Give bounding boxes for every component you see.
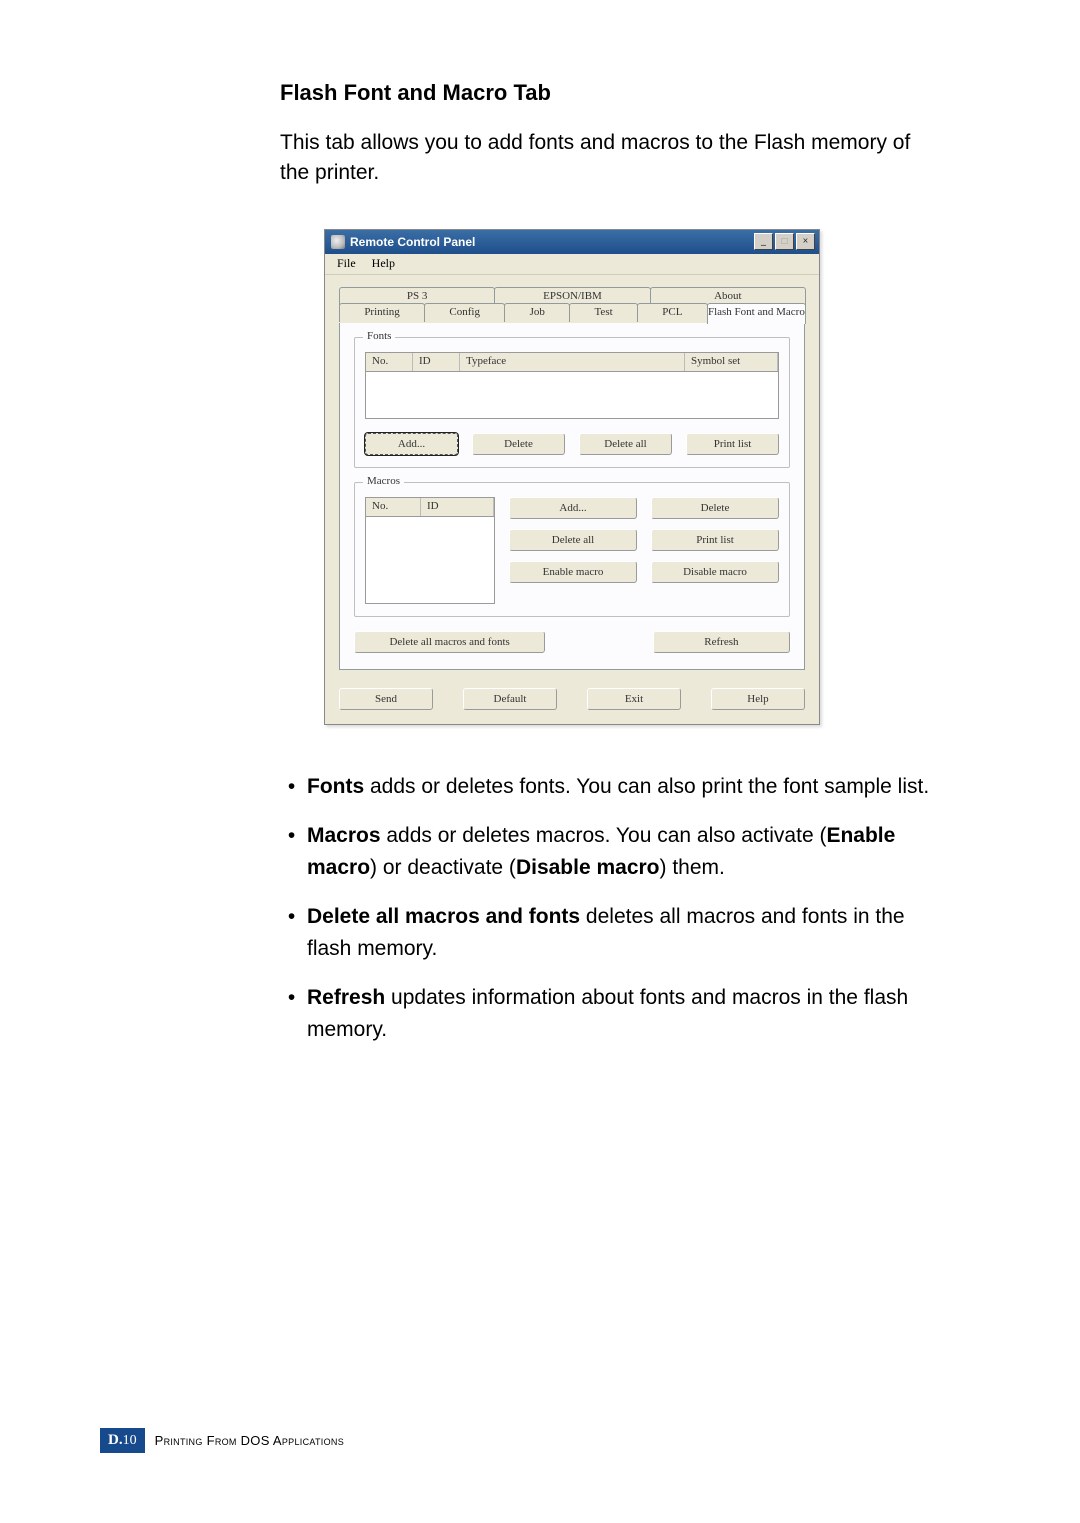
bullet-list: Fonts adds or deletes fonts. You can als…	[280, 771, 930, 1046]
fonts-list-header: No. ID Typeface Symbol set	[365, 352, 779, 372]
mcol-id: ID	[421, 498, 494, 516]
fonts-add-button[interactable]: Add...	[365, 433, 458, 455]
help-button[interactable]: Help	[711, 688, 805, 710]
maximize-button[interactable]: □	[775, 233, 794, 250]
col-typeface: Typeface	[460, 353, 685, 371]
menu-bar: File Help	[325, 254, 819, 275]
tab-strip: PS 3 EPSON/IBM About Printing Config Job…	[339, 287, 805, 323]
menu-help[interactable]: Help	[364, 254, 403, 273]
fonts-group: Fonts No. ID Typeface Symbol set Add... …	[354, 337, 790, 468]
default-button[interactable]: Default	[463, 688, 557, 710]
app-icon	[331, 235, 345, 249]
page-footer: D.10 Printing From DOS Applications	[100, 1428, 344, 1453]
macros-disable-button[interactable]: Disable macro	[651, 561, 779, 583]
macros-add-button[interactable]: Add...	[509, 497, 637, 519]
col-symbolset: Symbol set	[685, 353, 778, 371]
minimize-button[interactable]: _	[754, 233, 773, 250]
macros-group-title: Macros	[363, 475, 404, 487]
title-bar: Remote Control Panel _ □ ×	[325, 230, 819, 254]
intro-text: This tab allows you to add fonts and mac…	[280, 128, 930, 189]
page-number-badge: D.10	[100, 1428, 145, 1453]
macros-list-header: No. ID	[365, 497, 495, 517]
fonts-print-list-button[interactable]: Print list	[686, 433, 779, 455]
section-heading: Flash Font and Macro Tab	[280, 80, 930, 106]
bullet-macros: Macros adds or deletes macros. You can a…	[301, 820, 930, 883]
tab-panel: Fonts No. ID Typeface Symbol set Add... …	[339, 323, 805, 670]
menu-file[interactable]: File	[329, 254, 364, 273]
fonts-list[interactable]	[365, 372, 779, 419]
bullet-refresh: Refresh updates information about fonts …	[301, 982, 930, 1045]
exit-button[interactable]: Exit	[587, 688, 681, 710]
bullet-delete-all: Delete all macros and fonts deletes all …	[301, 901, 930, 964]
mcol-no: No.	[366, 498, 421, 516]
macros-delete-button[interactable]: Delete	[651, 497, 779, 519]
send-button[interactable]: Send	[339, 688, 433, 710]
dialog-window: Remote Control Panel _ □ × File Help PS …	[324, 229, 820, 725]
window-title: Remote Control Panel	[350, 235, 752, 249]
tab-config[interactable]: Config	[424, 303, 505, 322]
macros-delete-all-button[interactable]: Delete all	[509, 529, 637, 551]
footer-section-title: Printing From DOS Applications	[155, 1433, 344, 1448]
tab-pcl[interactable]: PCL	[637, 303, 708, 322]
tab-job[interactable]: Job	[504, 303, 570, 322]
tab-flash-font-macro[interactable]: Flash Font and Macro	[707, 303, 806, 324]
tab-test[interactable]: Test	[569, 303, 638, 322]
close-button[interactable]: ×	[796, 233, 815, 250]
macros-enable-button[interactable]: Enable macro	[509, 561, 637, 583]
macros-list[interactable]	[365, 517, 495, 604]
macros-print-list-button[interactable]: Print list	[651, 529, 779, 551]
tab-printing[interactable]: Printing	[339, 303, 425, 322]
col-id: ID	[413, 353, 460, 371]
fonts-group-title: Fonts	[363, 330, 395, 342]
bullet-fonts: Fonts adds or deletes fonts. You can als…	[301, 771, 930, 803]
fonts-delete-button[interactable]: Delete	[472, 433, 565, 455]
col-no: No.	[366, 353, 413, 371]
refresh-button[interactable]: Refresh	[653, 631, 790, 653]
delete-all-macros-fonts-button[interactable]: Delete all macros and fonts	[354, 631, 545, 653]
fonts-delete-all-button[interactable]: Delete all	[579, 433, 672, 455]
macros-group: Macros No. ID Add..	[354, 482, 790, 617]
